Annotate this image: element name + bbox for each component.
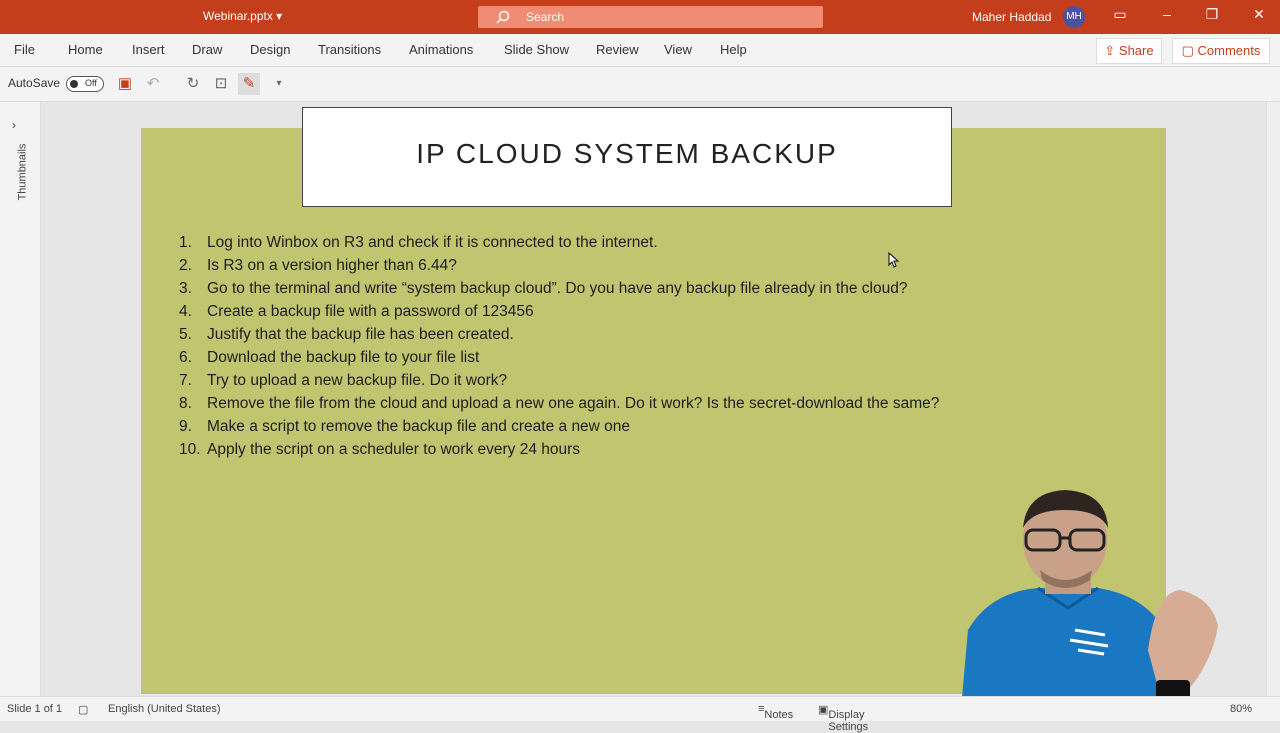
notes-button[interactable]: ≡ Notes (758, 703, 793, 721)
list-item: 5. Justify that the backup file has been … (179, 326, 514, 343)
tab-review[interactable]: Review (596, 42, 639, 57)
share-button[interactable]: ⇪ Share (1096, 38, 1162, 64)
zoom-level[interactable]: 80% (1230, 703, 1252, 715)
display-settings-button[interactable]: ▣ Display Settings (818, 703, 868, 733)
menu-bar: File Home Insert Draw Design Transitions… (0, 34, 1280, 67)
slide-task-list[interactable]: 1. Log into Winbox on R3 and check if it … (179, 231, 939, 461)
presentation-icon[interactable]: ⊡ (210, 73, 232, 95)
thumbnails-label: Thumbnails (16, 143, 29, 201)
pen-icon[interactable]: ✎ (238, 73, 260, 95)
slide-count: Slide 1 of 1 (7, 703, 63, 715)
presenter-video-overlay (960, 490, 1218, 720)
list-item: 2. Is R3 on a version higher than 6.44? (179, 257, 457, 274)
tab-slide-show[interactable]: Slide Show (504, 42, 569, 57)
autosave-toggle[interactable]: Off (66, 76, 104, 92)
search-icon (496, 10, 510, 24)
tab-design[interactable]: Design (250, 42, 290, 57)
share-icon: ⇪ (1104, 43, 1116, 58)
tab-insert[interactable]: Insert (132, 42, 165, 57)
list-item: 4. Create a backup file with a password o… (179, 303, 534, 320)
tab-help[interactable]: Help (720, 42, 747, 57)
slide-title-box[interactable]: IP CLOUD SYSTEM BACKUP (302, 107, 952, 207)
tab-draw[interactable]: Draw (192, 42, 222, 57)
search-box[interactable]: Search (478, 6, 823, 28)
close-icon[interactable]: ✕ (1244, 6, 1274, 23)
language-status[interactable]: English (United States) (108, 703, 221, 715)
user-name[interactable]: Maher Haddad (972, 10, 1051, 24)
tab-transitions[interactable]: Transitions (318, 42, 381, 57)
expand-chevron-icon[interactable]: › (12, 118, 16, 132)
undo-icon[interactable]: ↶ (142, 73, 164, 95)
list-item: 10. Apply the script on a scheduler to wo… (179, 441, 581, 458)
list-item: 6. Download the backup file to your file … (179, 349, 480, 366)
tab-view[interactable]: View (664, 42, 692, 57)
list-item: 3. Go to the terminal and write “system b… (179, 280, 908, 297)
accessibility-icon[interactable]: ▢ (78, 703, 88, 716)
list-item: 8. Remove the file from the cloud and upl… (179, 395, 940, 412)
thumbnails-panel[interactable]: › Thumbnails (0, 102, 41, 696)
minimize-icon[interactable]: – (1152, 6, 1182, 22)
list-item: 9. Make a script to remove the backup fil… (179, 418, 631, 435)
avatar[interactable]: MH (1063, 6, 1085, 28)
comment-icon: ▢ (1181, 43, 1194, 58)
list-item: 1. Log into Winbox on R3 and check if it … (179, 234, 658, 251)
vertical-scrollbar[interactable] (1266, 102, 1280, 696)
restore-icon[interactable]: ❐ (1197, 6, 1227, 23)
title-bar: Webinar.pptx ▾ Search Maher Haddad MH ▭ … (0, 0, 1280, 34)
redo-icon[interactable]: ↻ (182, 73, 204, 95)
quick-access-toolbar: AutoSave Off ▣ ↶ ↻ ⊡ ✎ ▾ (0, 67, 1280, 102)
document-name[interactable]: Webinar.pptx ▾ (203, 9, 282, 23)
tab-file[interactable]: File (14, 42, 35, 57)
comments-button[interactable]: ▢ Comments (1172, 38, 1270, 64)
autosave-label: AutoSave (8, 76, 61, 90)
save-icon[interactable]: ▣ (114, 73, 136, 95)
mouse-pointer-icon (888, 252, 900, 268)
tab-animations[interactable]: Animations (409, 42, 473, 57)
status-bar: Slide 1 of 1 ▢ English (United States) ≡… (0, 696, 1280, 733)
search-placeholder: Search (526, 10, 565, 24)
list-item: 7. Try to upload a new backup file. Do it… (179, 372, 508, 389)
customize-toolbar-icon[interactable]: ▾ (268, 73, 290, 95)
tab-home[interactable]: Home (68, 42, 103, 57)
ribbon-display-icon[interactable]: ▭ (1105, 6, 1135, 23)
slide-title: IP CLOUD SYSTEM BACKUP (416, 138, 838, 169)
